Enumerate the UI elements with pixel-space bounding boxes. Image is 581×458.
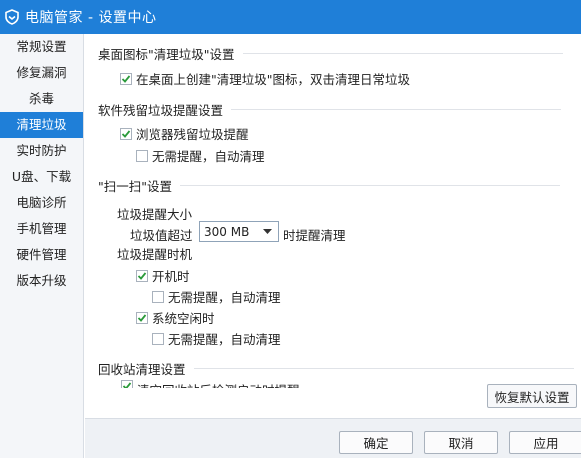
section-recycle: 回收站清理设置 [98, 359, 574, 378]
checkmark-icon [137, 271, 147, 280]
ok-button[interactable]: 确定 [339, 431, 413, 454]
on-boot-auto-checkbox[interactable] [152, 290, 164, 303]
threshold-select[interactable]: 300 MB [199, 221, 279, 242]
sidebar: 常规设置 修复漏洞 杀毒 清理垃圾 实时防护 U盘、下载 电脑诊所 手机管理 硬… [0, 34, 84, 458]
threshold-value: 300 MB [204, 224, 250, 239]
threshold-prefix: 垃圾值超过 [130, 228, 193, 243]
sidebar-item-usb-download[interactable]: U盘、下载 [0, 164, 83, 190]
create-icon-checkbox[interactable] [120, 72, 132, 85]
on-boot-auto-option[interactable]: 无需提醒，自动清理 [152, 287, 281, 306]
create-icon-option[interactable]: 在桌面上创建"清理垃圾"图标，双击清理日常垃圾 [120, 69, 410, 88]
divider [242, 53, 563, 54]
on-boot-checkbox[interactable] [136, 269, 148, 282]
sidebar-item-upgrade[interactable]: 版本升级 [0, 268, 83, 294]
sidebar-item-hardware[interactable]: 硬件管理 [0, 242, 83, 268]
browser-residual-checkbox[interactable] [120, 127, 132, 140]
divider [180, 185, 560, 186]
sidebar-item-antivirus[interactable]: 杀毒 [0, 86, 83, 112]
junk-timing-label: 垃圾提醒时机 [117, 247, 193, 262]
section-scan: "扫一扫"设置 [98, 176, 560, 195]
create-icon-label: 在桌面上创建"清理垃圾"图标，双击清理日常垃圾 [136, 72, 410, 87]
sidebar-item-general[interactable]: 常规设置 [0, 34, 83, 60]
section-desktop-icon-title: 桌面图标"清理垃圾"设置 [98, 47, 235, 62]
title-bar: 电脑管家 - 设置中心 [0, 0, 581, 34]
on-idle-auto-label: 无需提醒，自动清理 [168, 332, 281, 347]
settings-panel: 桌面图标"清理垃圾"设置 在桌面上创建"清理垃圾"图标，双击清理日常垃圾 软件残… [85, 34, 581, 418]
section-scan-title: "扫一扫"设置 [98, 179, 172, 194]
checkmark-icon [121, 74, 131, 83]
on-boot-option[interactable]: 开机时 [136, 266, 190, 285]
chevron-down-icon [263, 229, 272, 234]
divider [231, 109, 562, 110]
checkmark-icon [121, 129, 131, 138]
threshold-suffix: 时提醒清理 [283, 228, 346, 243]
on-idle-option[interactable]: 系统空闲时 [136, 308, 215, 327]
app-logo-icon [3, 8, 21, 26]
residual-auto-clean-option[interactable]: 无需提醒，自动清理 [136, 146, 265, 165]
on-idle-label: 系统空闲时 [152, 311, 215, 326]
sidebar-item-patch[interactable]: 修复漏洞 [0, 60, 83, 86]
section-residual: 软件残留垃圾提醒设置 [98, 100, 562, 119]
section-desktop-icon: 桌面图标"清理垃圾"设置 [98, 44, 563, 63]
section-recycle-title: 回收站清理设置 [98, 362, 186, 377]
checkmark-icon [122, 382, 132, 388]
on-idle-auto-checkbox[interactable] [152, 332, 164, 345]
recycle-checkbox[interactable] [121, 380, 133, 388]
section-residual-title: 软件残留垃圾提醒设置 [98, 103, 224, 118]
on-idle-auto-option[interactable]: 无需提醒，自动清理 [152, 329, 281, 348]
recycle-option-partial[interactable]: 清空回收站后检测启动时提醒 [121, 380, 301, 388]
on-boot-auto-label: 无需提醒，自动清理 [168, 290, 281, 305]
recycle-option-label: 清空回收站后检测启动时提醒 [137, 380, 300, 388]
window-title: 电脑管家 - 设置中心 [25, 10, 157, 26]
divider [193, 368, 574, 369]
dialog-footer: 确定 取消 应用 [85, 418, 581, 458]
junk-size-label: 垃圾提醒大小 [117, 207, 193, 222]
sidebar-item-clinic[interactable]: 电脑诊所 [0, 190, 83, 216]
restore-defaults-button[interactable]: 恢复默认设置 [487, 384, 577, 408]
sidebar-item-cleanup[interactable]: 清理垃圾 [0, 112, 83, 138]
residual-auto-clean-checkbox[interactable] [136, 149, 148, 162]
cancel-button[interactable]: 取消 [424, 431, 498, 454]
browser-residual-option[interactable]: 浏览器残留垃圾提醒 [120, 124, 249, 143]
sidebar-item-phone[interactable]: 手机管理 [0, 216, 83, 242]
sidebar-item-realtime[interactable]: 实时防护 [0, 138, 83, 164]
apply-button[interactable]: 应用 [509, 431, 581, 454]
residual-auto-clean-label: 无需提醒，自动清理 [152, 149, 265, 164]
on-boot-label: 开机时 [152, 269, 190, 284]
browser-residual-label: 浏览器残留垃圾提醒 [136, 127, 249, 142]
checkmark-icon [137, 313, 147, 322]
on-idle-checkbox[interactable] [136, 311, 148, 324]
